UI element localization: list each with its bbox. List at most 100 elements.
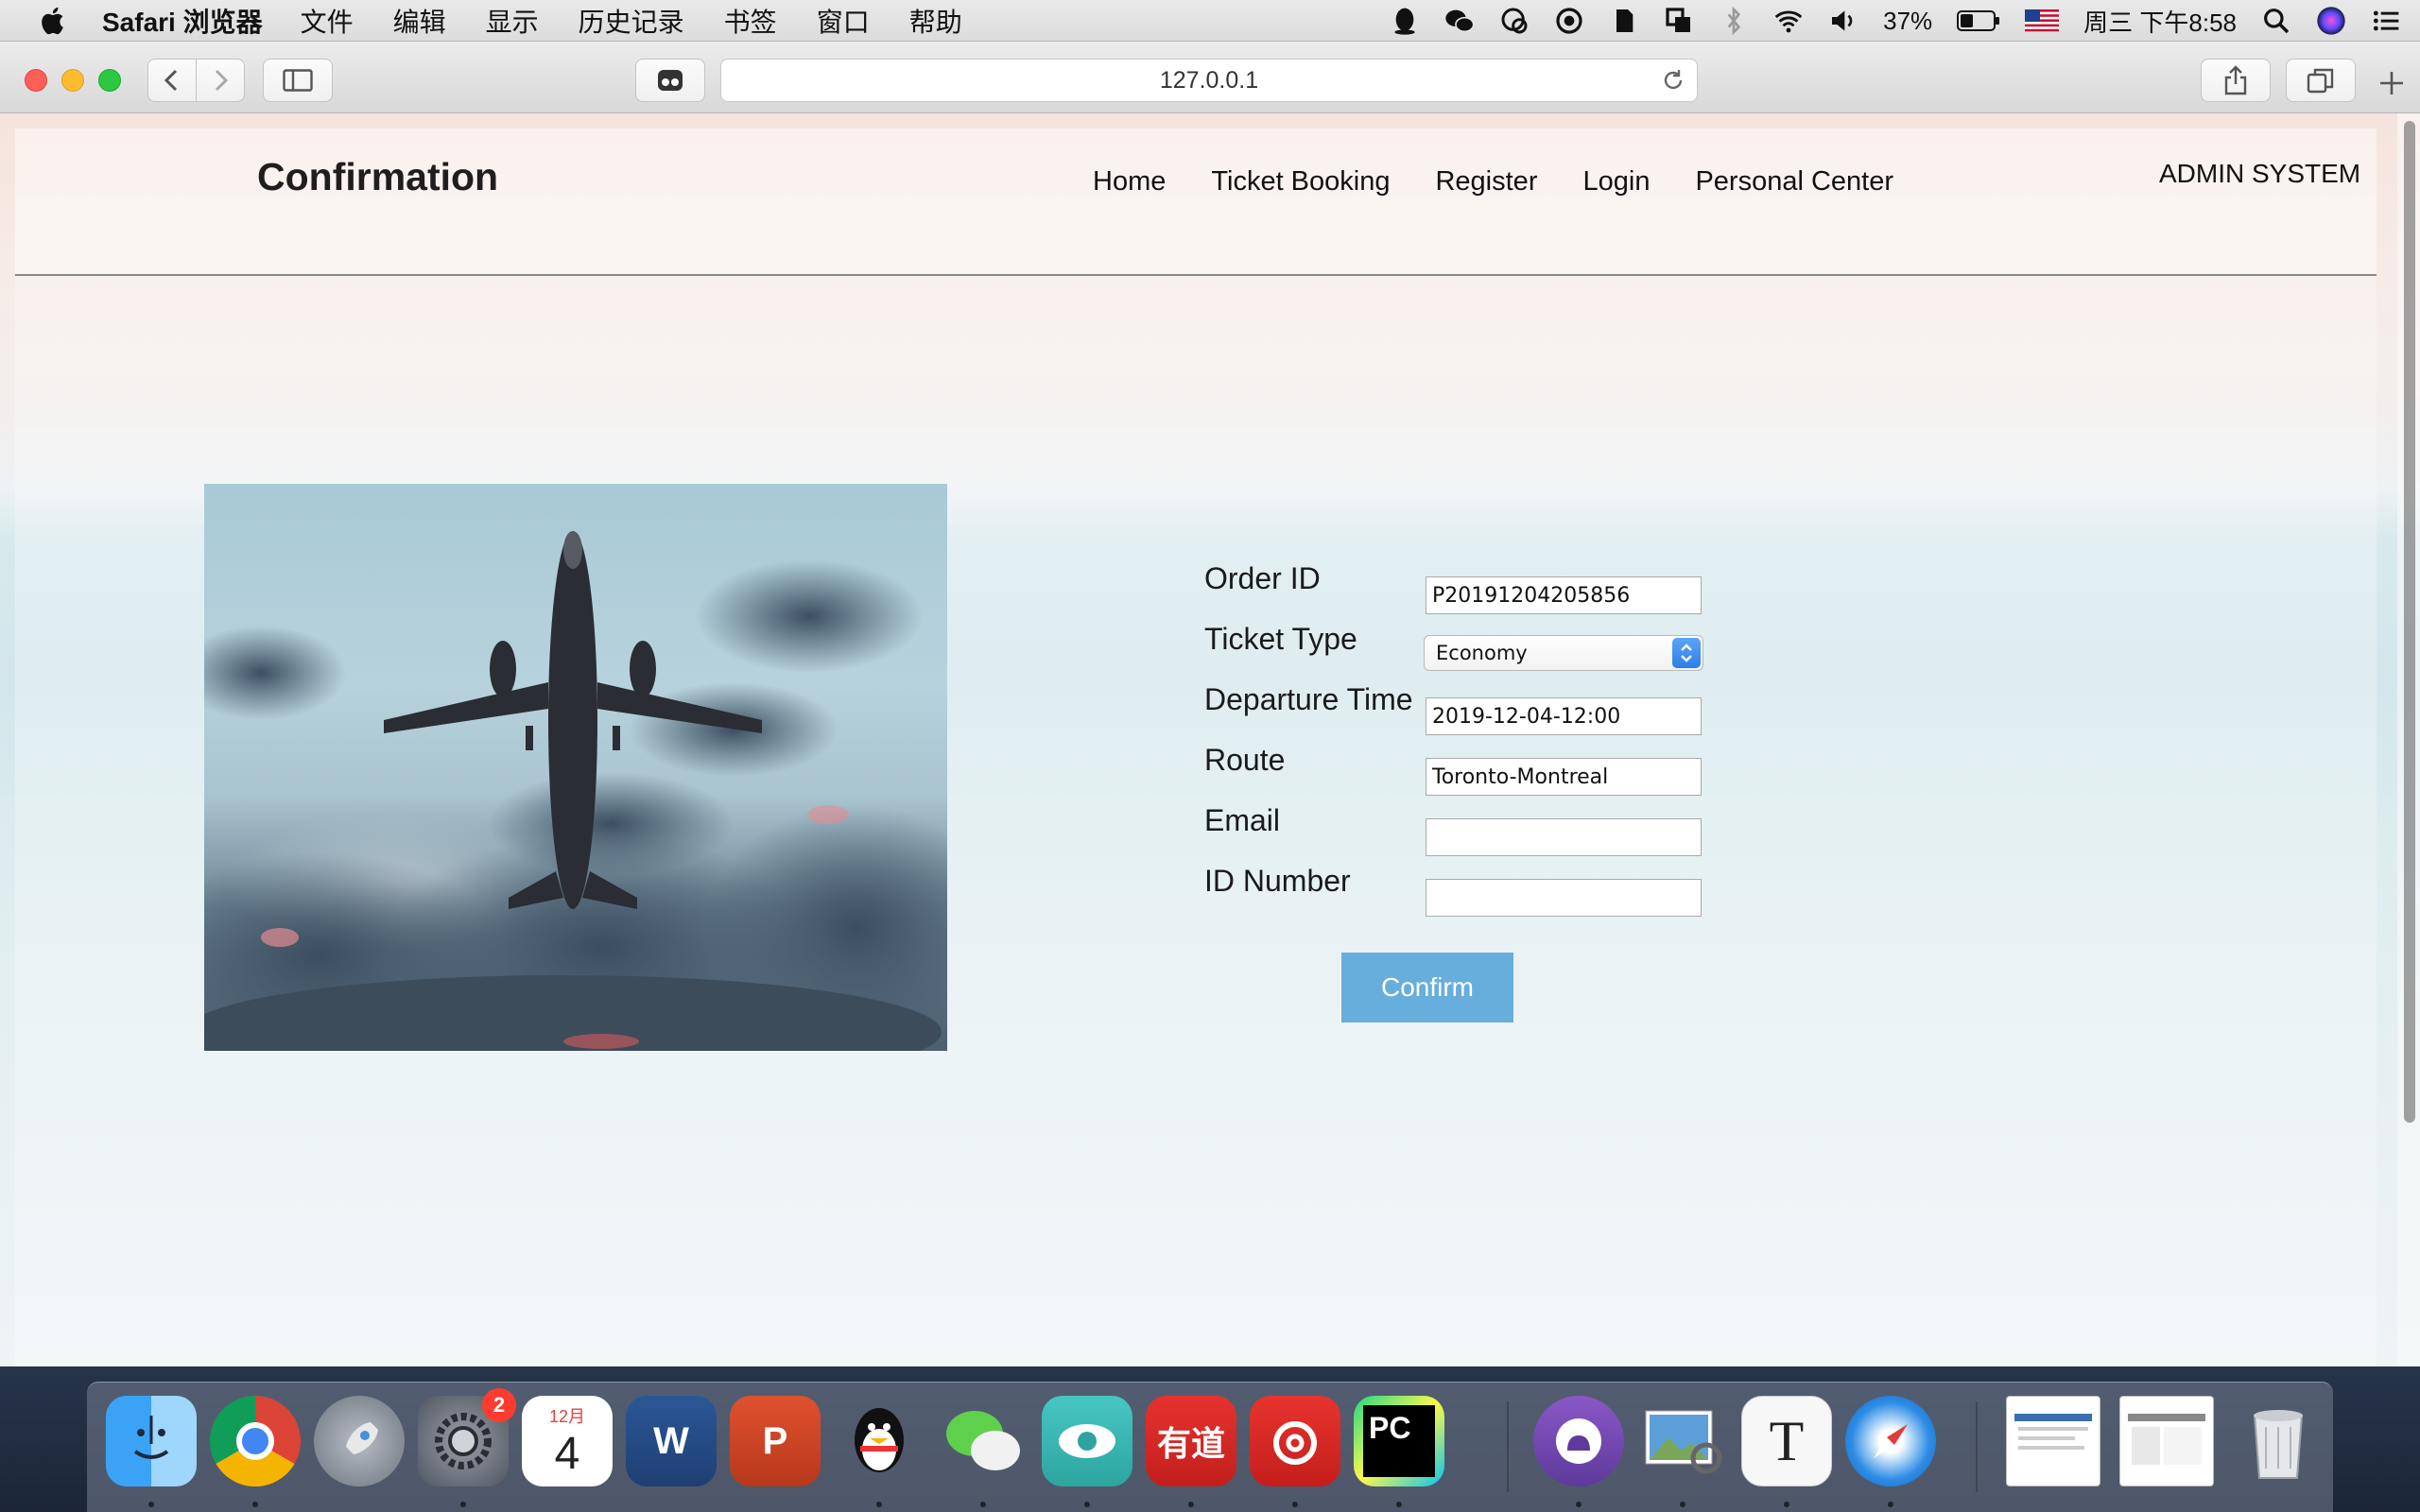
chrome-icon[interactable] — [210, 1396, 301, 1486]
rocket-icon — [346, 1422, 378, 1454]
apple-logo-icon[interactable] — [38, 5, 70, 37]
pycharm-icon[interactable]: PC — [1354, 1396, 1444, 1486]
wechat-tray-icon[interactable] — [1444, 6, 1475, 36]
tab-overview-button[interactable] — [635, 59, 705, 102]
route-input[interactable] — [1426, 758, 1702, 796]
window-thumbnail-icon — [2128, 1414, 2205, 1465]
minimized-window-chrome[interactable] — [2006, 1396, 2100, 1486]
minimized-window-pycharm[interactable] — [2119, 1396, 2214, 1486]
web-viewport: Confirmation Home Ticket Booking Registe… — [0, 113, 2420, 1366]
menu-view[interactable]: 显示 — [486, 2, 539, 40]
url-text: 127.0.0.1 — [1159, 66, 1259, 94]
preview-icon[interactable] — [1637, 1396, 1728, 1486]
airplane-illustration — [204, 531, 947, 1051]
bluetooth-icon[interactable] — [1719, 6, 1749, 36]
safari-running-dot — [1888, 1502, 1893, 1507]
menu-window[interactable]: 窗口 — [817, 2, 870, 40]
octocat-icon — [1556, 1418, 1601, 1464]
id-number-label: ID Number — [1204, 864, 1351, 898]
wechat-running-dot — [980, 1502, 986, 1507]
airplane-photo — [204, 484, 947, 1051]
address-bar[interactable]: 127.0.0.1 — [720, 59, 1698, 102]
siri-icon[interactable] — [2316, 6, 2346, 36]
calendar-month: 12月 — [548, 1406, 586, 1426]
youdao-running-dot — [1188, 1502, 1194, 1507]
nav-login[interactable]: Login — [1582, 166, 1650, 198]
volume-icon[interactable] — [1828, 6, 1858, 36]
admin-system-link[interactable]: ADMIN SYSTEM — [2159, 159, 2360, 189]
order-id-label: Order ID — [1204, 561, 1321, 595]
sidebar-toggle-button[interactable] — [263, 59, 333, 102]
evernote-tray-icon[interactable] — [1609, 6, 1639, 36]
screen-capture-tray-icon[interactable] — [1664, 6, 1694, 36]
back-button[interactable] — [147, 59, 197, 102]
github-desktop-icon[interactable] — [1533, 1396, 1624, 1486]
safari-icon[interactable] — [1845, 1396, 1936, 1486]
window-zoom-button[interactable] — [98, 69, 121, 92]
share-button[interactable] — [2201, 59, 2271, 102]
new-tab-plus-icon[interactable] — [2373, 64, 2411, 102]
nav-personal-center[interactable]: Personal Center — [1695, 166, 1893, 198]
menu-edit[interactable]: 编辑 — [393, 2, 446, 40]
qq-icon[interactable] — [834, 1396, 925, 1486]
dock: 2 12月 4 W P 有道 PC T — [87, 1382, 2333, 1512]
netease-music-icon[interactable] — [1250, 1396, 1340, 1486]
us-flag-input-icon[interactable] — [2025, 9, 2060, 32]
powerpoint-icon[interactable]: P — [730, 1396, 821, 1486]
departure-time-input[interactable] — [1426, 697, 1702, 735]
email-input[interactable] — [1426, 818, 1702, 856]
forward-button[interactable] — [196, 59, 245, 102]
gear-icon — [435, 1413, 492, 1469]
youdao-icon[interactable]: 有道 — [1146, 1396, 1236, 1486]
battery-percent: 37% — [1883, 6, 1933, 35]
sync-tray-icon[interactable] — [1554, 6, 1584, 36]
ticket-type-label: Ticket Type — [1204, 622, 1357, 656]
word-letter: W — [653, 1419, 689, 1462]
page-scrollbar[interactable] — [2397, 113, 2420, 1366]
confirm-button[interactable]: Confirm — [1341, 953, 1513, 1022]
id-number-input[interactable] — [1426, 879, 1702, 917]
dock-separator — [1507, 1401, 1509, 1492]
nav-ticket-booking[interactable]: Ticket Booking — [1211, 166, 1390, 198]
qq-tray-icon[interactable] — [1390, 6, 1420, 36]
pycharm-running-dot — [1396, 1502, 1402, 1507]
nav-register[interactable]: Register — [1435, 166, 1537, 198]
menu-bar: Safari 浏览器 文件 编辑 显示 历史记录 书签 窗口 帮助 37% 周三… — [0, 0, 2420, 42]
up-down-chevron-icon — [1681, 644, 1692, 662]
battery-icon[interactable] — [1957, 9, 2000, 33]
photo-loupe-icon — [1645, 1410, 1722, 1474]
finder-icon[interactable] — [106, 1396, 197, 1486]
music-note-icon — [1273, 1421, 1317, 1465]
calendar-icon[interactable]: 12月 4 — [522, 1396, 613, 1486]
wechat-icon[interactable] — [938, 1396, 1028, 1486]
order-id-input[interactable] — [1426, 576, 1702, 614]
reload-icon[interactable] — [1661, 68, 1685, 93]
github-running-dot — [1576, 1502, 1582, 1507]
typora-icon[interactable]: T — [1741, 1396, 1832, 1486]
scrollbar-thumb[interactable] — [2404, 121, 2415, 1123]
show-tabs-button[interactable] — [2286, 59, 2356, 102]
menu-bookmarks[interactable]: 书签 — [724, 2, 777, 40]
menu-file[interactable]: 文件 — [301, 2, 354, 40]
word-icon[interactable]: W — [626, 1396, 717, 1486]
menu-history[interactable]: 历史记录 — [579, 2, 684, 40]
ticket-type-select[interactable]: Economy — [1424, 635, 1703, 671]
menu-app-name[interactable]: Safari 浏览器 — [102, 2, 263, 40]
route-label: Route — [1204, 743, 1286, 777]
launchpad-icon[interactable] — [314, 1396, 405, 1486]
nav-home[interactable]: Home — [1093, 166, 1166, 198]
menu-help[interactable]: 帮助 — [909, 2, 962, 40]
menubar-clock[interactable]: 周三 下午8:58 — [2083, 4, 2237, 39]
chrome-running-dot — [252, 1502, 258, 1507]
typora-letter: T — [1769, 1409, 1805, 1472]
window-minimize-button[interactable] — [61, 69, 84, 92]
notification-center-icon[interactable] — [2371, 6, 2401, 36]
finder-face-icon — [133, 1416, 169, 1459]
eye-app-icon[interactable] — [1042, 1396, 1132, 1486]
chat-bubble-tray-icon[interactable] — [1499, 6, 1530, 36]
window-close-button[interactable] — [25, 69, 47, 92]
spotlight-search-icon[interactable] — [2261, 6, 2291, 36]
wifi-icon[interactable] — [1773, 6, 1804, 36]
trash-icon[interactable] — [2233, 1396, 2324, 1486]
calendar-day: 4 — [554, 1428, 580, 1479]
